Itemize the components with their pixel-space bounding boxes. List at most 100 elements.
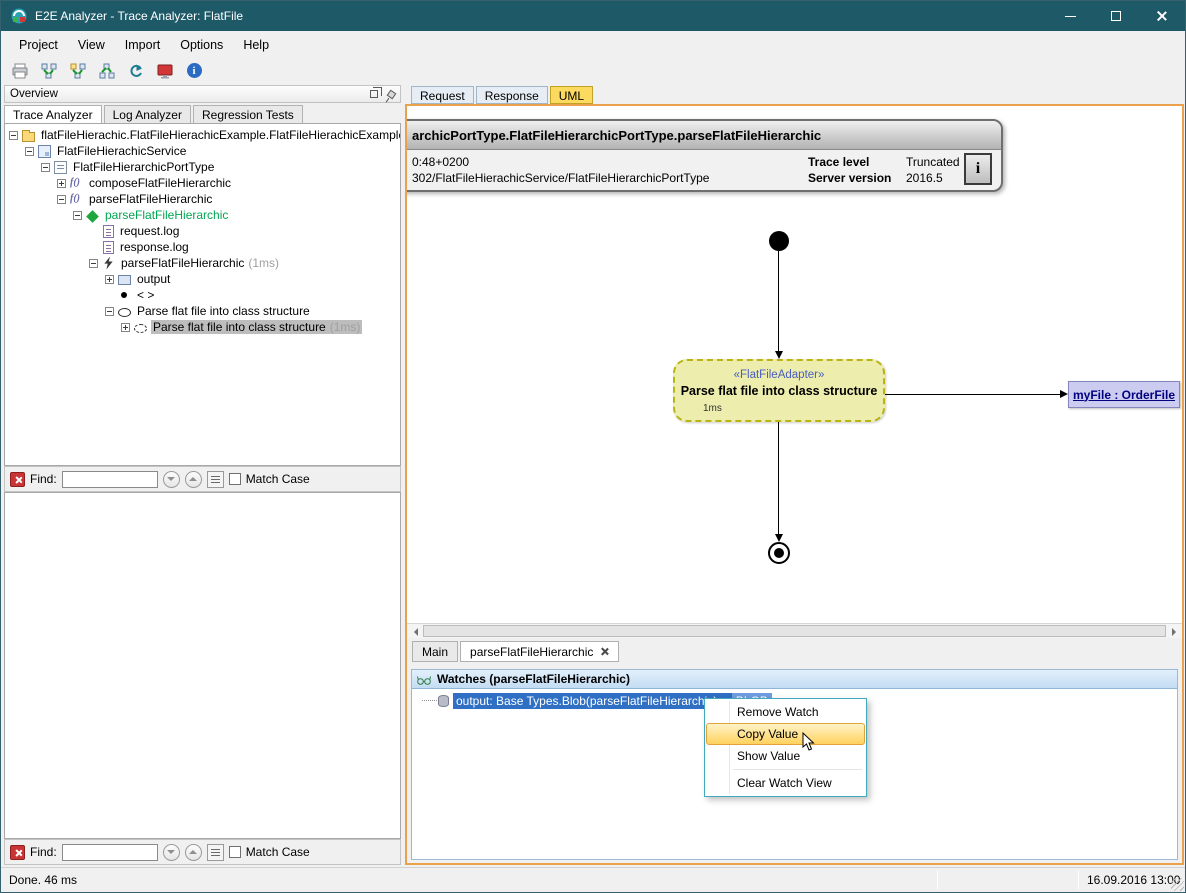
close-button[interactable] [1139,1,1185,31]
import-trace-button[interactable] [96,60,118,82]
info-button[interactable]: i [183,60,205,82]
find-previous-button[interactable] [185,844,202,861]
tab-regression-tests[interactable]: Regression Tests [193,105,303,124]
object-node[interactable]: myFile : OrderFile [1068,381,1180,408]
collapse-icon[interactable] [57,195,66,204]
load-trace-icon [40,62,58,80]
tree-item-compose-operation[interactable]: composeFlatFileHierarchic [5,175,400,191]
window-controls [1047,1,1185,31]
tree-item-porttype[interactable]: FlatFileHierarchicPortType [5,159,400,175]
find-input[interactable] [62,471,158,488]
tree-item-output[interactable]: output [5,271,400,287]
find-next-button[interactable] [163,471,180,488]
find-next-button[interactable] [163,844,180,861]
tab-label: Main [422,645,448,659]
expand-icon[interactable] [57,179,66,188]
log-file-icon [103,225,114,238]
overview-tabs: Trace Analyzer Log Analyzer Regression T… [4,105,305,124]
tab-parse-diagram[interactable]: parseFlatFileHierarchic [460,641,619,662]
tree-item-empty[interactable]: < > [5,287,400,303]
match-case-checkbox[interactable] [229,846,241,858]
folder-icon [22,132,35,142]
pin-icon[interactable] [387,89,397,99]
tab-response[interactable]: Response [476,86,548,104]
tab-trace-analyzer[interactable]: Trace Analyzer [4,105,102,124]
menu-show-value[interactable]: Show Value [706,745,865,767]
watch-expression: output: Base Types.Blob(parseFlatFileHie… [453,693,732,709]
activity-node[interactable]: «FlatFileAdapter» Parse flat file into c… [673,359,885,422]
menu-help[interactable]: Help [233,34,279,56]
find-input[interactable] [62,844,158,861]
find-bar-top: Find: Match Case [4,466,401,492]
tree-item-request-log[interactable]: request.log [5,223,400,239]
collapse-icon[interactable] [105,307,114,316]
watch-context-menu: Remove Watch Copy Value Show Value Clear… [704,698,867,797]
trace-info-button[interactable]: i [964,153,992,185]
scrollbar-thumb[interactable] [423,625,1166,637]
print-button[interactable] [9,60,31,82]
function-icon [70,177,83,190]
tree-item-response-log[interactable]: response.log [5,239,400,255]
match-case-checkbox[interactable] [229,473,241,485]
tab-request[interactable]: Request [411,86,474,104]
menu-project[interactable]: Project [9,34,68,56]
object-edge [885,394,1060,395]
trace-header-body: 0:48+0200 302/FlatFileHierachicService/F… [407,150,1001,190]
open-trace-button[interactable] [67,60,89,82]
expand-icon[interactable] [105,275,114,284]
menu-copy-value[interactable]: Copy Value [706,723,865,745]
tree-item-example[interactable]: flatFileHierachic.FlatFileHierachicExamp… [5,127,400,143]
float-window-icon[interactable] [370,90,378,98]
collapse-icon[interactable] [41,163,50,172]
tree-item-trace[interactable]: parseFlatFileHierarchic [5,207,400,223]
close-find-icon[interactable] [10,472,25,487]
tree-item-activity-trace[interactable]: Parse flat file into class structure (1m… [5,319,400,335]
collapse-icon[interactable] [25,147,34,156]
activity-duration: 1ms [703,403,722,414]
screenshot-button[interactable] [154,60,176,82]
scroll-left-button[interactable] [407,624,422,639]
initial-node [769,231,789,251]
find-options-icon[interactable] [207,471,224,488]
menu-clear-watch-view[interactable]: Clear Watch View [706,772,865,794]
uml-diagram[interactable]: archicPortType.FlatFileHierarchicPortTyp… [407,106,1182,623]
lightning-icon [102,257,115,270]
tree-item-parse-call[interactable]: parseFlatFileHierarchic (1ms) [5,255,400,271]
menu-separator [733,769,862,770]
tab-uml[interactable]: UML [550,86,593,104]
activity-stereotype: «FlatFileAdapter» [675,369,883,381]
tab-log-analyzer[interactable]: Log Analyzer [104,105,191,124]
detail-list-pane [4,492,401,839]
resize-grip[interactable] [1171,878,1184,891]
load-trace-button[interactable] [38,60,60,82]
find-options-icon[interactable] [207,844,224,861]
scroll-right-button[interactable] [1167,624,1182,639]
app-icon [10,7,28,25]
trace-tree: flatFileHierachic.FlatFileHierachicExamp… [4,123,401,466]
bullet-icon [121,292,127,298]
find-previous-button[interactable] [185,471,202,488]
tree-item-activity[interactable]: Parse flat file into class structure [5,303,400,319]
collapse-icon[interactable] [73,211,82,220]
collapse-icon[interactable] [9,131,18,140]
toolbar: i [1,58,1185,83]
close-tab-icon[interactable] [600,647,609,656]
menu-remove-watch[interactable]: Remove Watch [706,701,865,723]
screenshot-icon [156,62,174,80]
tree-item-parse-operation[interactable]: parseFlatFileHierarchic [5,191,400,207]
minimize-button[interactable] [1047,1,1093,31]
undo-button[interactable] [125,60,147,82]
object-node-label: myFile : OrderFile [1073,388,1175,402]
expand-icon[interactable] [121,323,130,332]
find-bar-bottom: Find: Match Case [4,839,401,865]
menu-import[interactable]: Import [115,34,170,56]
horizontal-scrollbar[interactable] [407,623,1182,638]
tree-item-service[interactable]: FlatFileHierachicService [5,143,400,159]
tab-main-diagram[interactable]: Main [412,641,458,662]
server-version-label: Server version [808,171,891,185]
maximize-button[interactable] [1093,1,1139,31]
close-find-icon[interactable] [10,845,25,860]
collapse-icon[interactable] [89,259,98,268]
menu-options[interactable]: Options [170,34,233,56]
menu-view[interactable]: View [68,34,115,56]
